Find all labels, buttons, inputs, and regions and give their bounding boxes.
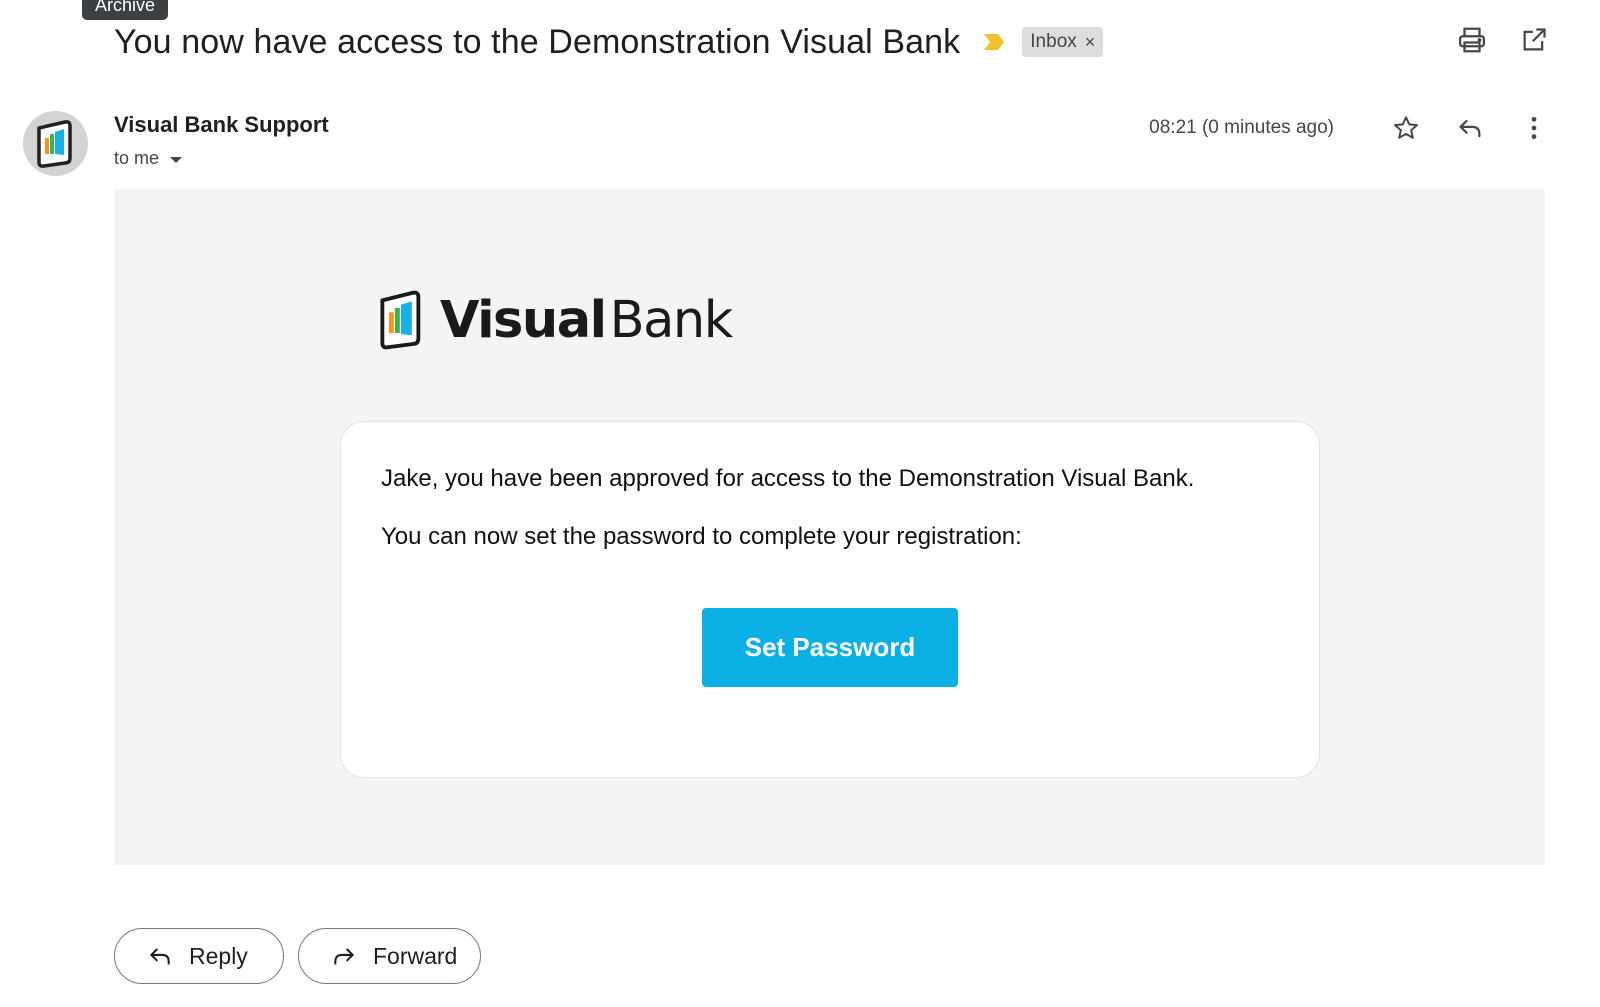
visual-bank-logo-icon — [380, 290, 421, 350]
sender-name: Visual Bank Support — [114, 112, 329, 137]
set-password-button[interactable]: Set Password — [702, 608, 958, 687]
approval-text: Jake, you have been approved for access … — [381, 465, 1195, 492]
brand-word-regular: Bank — [609, 290, 734, 350]
message-card: Jake, you have been approved for access … — [340, 421, 1320, 778]
visual-bank-brand: VisualBank — [378, 290, 734, 350]
brand-word-bold: Visual — [440, 290, 607, 350]
reply-label: Reply — [189, 942, 248, 969]
recipient-line[interactable]: to me — [114, 148, 183, 169]
visual-bank-logo-icon — [36, 119, 72, 168]
message-meta: 08:21 (0 minutes ago) — [1149, 112, 1550, 144]
star-icon[interactable] — [1390, 112, 1422, 144]
reply-icon — [147, 943, 173, 969]
sender-avatar — [23, 111, 88, 176]
remove-label-icon[interactable]: × — [1085, 32, 1096, 53]
email-subject: You now have access to the Demonstration… — [114, 22, 961, 61]
forward-label: Forward — [373, 942, 458, 969]
caret-down-icon[interactable] — [169, 148, 183, 169]
importance-marker-icon[interactable] — [982, 32, 1006, 52]
brand-wordmark: VisualBank — [440, 290, 734, 350]
reply-icon[interactable] — [1454, 112, 1486, 144]
more-vert-icon[interactable] — [1518, 112, 1550, 144]
label-chip-text: Inbox — [1030, 31, 1077, 52]
forward-icon — [331, 943, 357, 969]
bottom-actions: Reply Forward — [114, 928, 481, 984]
reply-button[interactable]: Reply — [114, 928, 284, 984]
recipient-text: to me — [114, 148, 160, 168]
inbox-label-chip: Inbox × — [1022, 27, 1104, 57]
email-view: Archive You now have access to the Demon… — [0, 0, 1600, 1007]
top-actions — [1456, 24, 1550, 56]
instruction-text: You can now set the password to complete… — [381, 523, 1022, 550]
timestamp: 08:21 (0 minutes ago) — [1149, 117, 1334, 138]
forward-button[interactable]: Forward — [298, 928, 481, 984]
print-icon[interactable] — [1456, 24, 1488, 56]
open-in-new-window-icon[interactable] — [1518, 24, 1550, 56]
subject-row: You now have access to the Demonstration… — [114, 14, 1104, 70]
